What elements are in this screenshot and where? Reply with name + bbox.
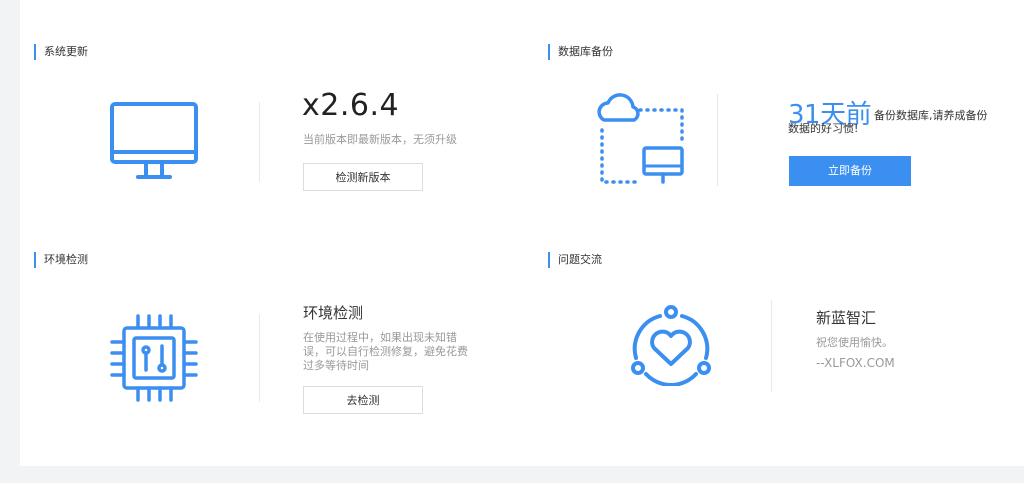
- backup-note-line1: 备份数据库,请养成备份: [874, 109, 988, 122]
- divider: [259, 102, 260, 182]
- backup-note-line2: 数据的好习惯!: [788, 122, 859, 135]
- chip-icon: [108, 312, 200, 408]
- community-greeting: 祝您使用愉快。: [816, 336, 893, 349]
- community-name: 新蓝智汇: [816, 309, 877, 327]
- section-title-update: 系统更新: [34, 44, 88, 60]
- backup-now-button[interactable]: 立即备份: [789, 156, 911, 186]
- monitor-icon: [108, 100, 200, 186]
- run-env-check-button[interactable]: 去检测: [303, 386, 423, 414]
- divider: [717, 94, 718, 186]
- divider: [771, 300, 772, 392]
- cloud-to-monitor-icon: [594, 92, 690, 192]
- version-number: x2.6.4: [302, 88, 400, 123]
- env-desc-line1: 在使用过程中，如果出现未知错: [303, 331, 457, 344]
- env-desc-line2: 误，可以自行检测修复，避免花费: [303, 345, 468, 358]
- divider: [259, 314, 260, 402]
- update-status: 当前版本即最新版本，无须升级: [303, 133, 457, 146]
- main-panel: 系统更新 x2.6.4 当前版本即最新版本，无须升级 检测新版本 数据库备份 3…: [20, 0, 1024, 466]
- community-site: --XLFOX.COM: [816, 356, 895, 370]
- heart-community-icon: [626, 304, 716, 390]
- section-title-community: 问题交流: [548, 252, 602, 268]
- section-title-backup: 数据库备份: [548, 44, 613, 60]
- check-update-button[interactable]: 检测新版本: [303, 163, 423, 191]
- section-title-env: 环境检测: [34, 252, 88, 268]
- env-desc-line3: 过多等待时间: [303, 359, 369, 372]
- env-heading: 环境检测: [303, 304, 364, 322]
